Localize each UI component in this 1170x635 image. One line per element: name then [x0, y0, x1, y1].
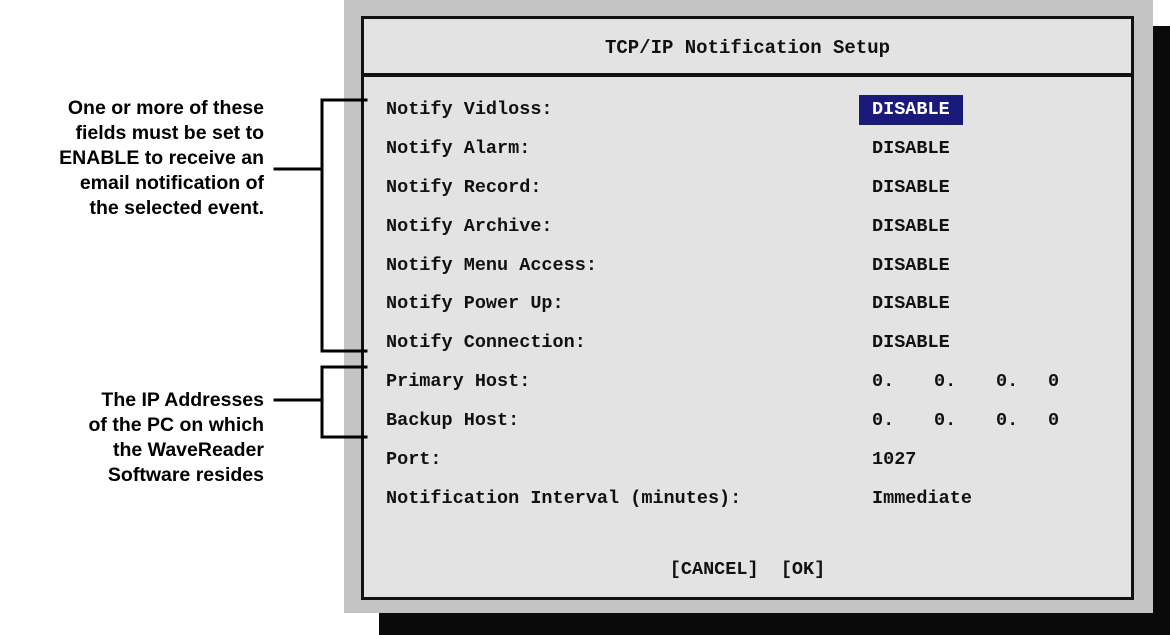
- host-bracket: [320, 365, 368, 439]
- callout-brackets: [273, 98, 368, 439]
- notify-bracket: [320, 98, 368, 353]
